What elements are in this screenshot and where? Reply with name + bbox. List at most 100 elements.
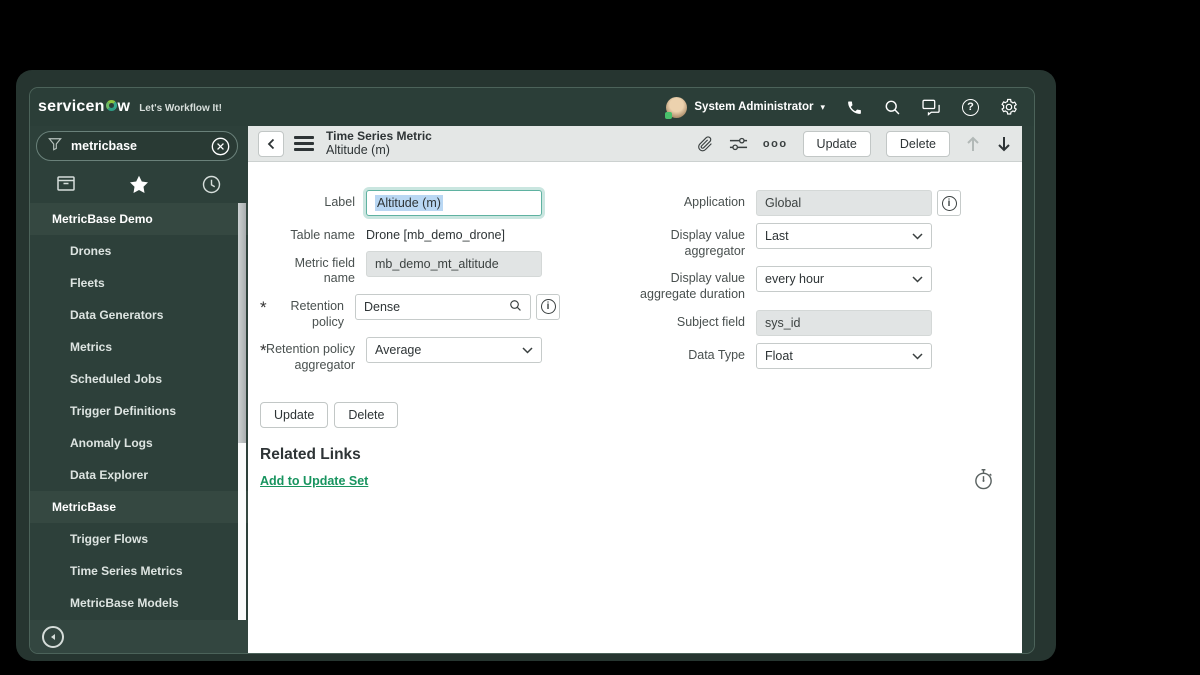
delete-button[interactable]: Delete [334,402,399,429]
field-row-data-type: Data Type Float [640,342,961,369]
funnel-icon [48,137,62,156]
form-title-record: Altitude (m) [326,143,390,158]
application-info-button[interactable]: i [937,190,961,216]
sidebar-item-metrics[interactable]: Metrics [30,331,248,363]
field-row-display-value-aggregate-duration: Display value aggregate duration every h… [640,266,961,302]
field-label: Display value aggregator [670,228,745,258]
sidebar-section-metricbase[interactable]: MetricBase [30,491,248,523]
user-menu[interactable]: System Administrator ▾ [665,96,825,119]
info-icon: i [540,299,556,315]
sidebar-item-fleets[interactable]: Fleets [30,267,248,299]
field-label: Table name [290,228,355,242]
logo-text: servicen w [38,98,131,115]
selected-text: Altitude (m) [375,195,443,211]
more-options-icon[interactable]: ooo [763,138,788,150]
form-title-table: Time Series Metric [326,128,432,143]
sidebar-footer [30,620,248,653]
subject-field-input[interactable]: sys_id [756,309,932,336]
sidebar-scrollbar[interactable] [238,203,246,620]
previous-record-icon[interactable] [965,135,981,153]
clear-filter-icon[interactable] [211,137,230,156]
retention-policy-info-button[interactable]: i [536,293,560,320]
field-label: Display value aggregate duration [640,271,745,301]
servicenow-logo[interactable]: servicen w Let's Workflow It! [38,98,222,116]
display-value-aggregator-select[interactable]: Last [756,223,932,249]
gear-icon[interactable] [1000,98,1018,116]
back-button[interactable] [258,130,284,157]
user-name: System Administrator [694,101,814,113]
mandatory-icon: * [260,341,267,361]
add-to-update-set-link[interactable]: Add to Update Set [260,474,368,488]
tab-history[interactable] [175,175,248,194]
header-actions: System Administrator ▾ ? [665,96,1018,119]
field-label: * Retention policy [260,297,344,329]
field-row-table-name: Table name Drone [mb_demo_drone] [260,223,560,244]
reference-lookup-icon[interactable] [509,299,522,315]
field-row-application: Application Global i [640,190,961,216]
display-value-aggregate-duration-select[interactable]: every hour [756,266,932,293]
main-area: Time Series Metric Altitude (m) ooo Upda… [248,126,1034,653]
filter-navigator-input[interactable]: metricbase [36,131,238,161]
search-icon[interactable] [884,99,901,116]
sidebar-item-trigger-definitions[interactable]: Trigger Definitions [30,395,248,427]
top-header-bar: servicen w Let's Workflow It! System Admi… [30,88,1034,126]
response-time-stopwatch-icon[interactable] [973,468,994,496]
servicenow-app: servicen w Let's Workflow It! System Admi… [30,88,1034,653]
delete-button-header[interactable]: Delete [885,130,950,157]
application-input[interactable]: Global [756,190,932,216]
retention-policy-reference-input[interactable]: Dense [355,293,531,320]
field-label: Subject field [676,314,745,329]
navigator-tabs [30,165,248,203]
form-context-menu-icon[interactable] [294,136,314,151]
sidebar-item-anomaly-logs[interactable]: Anomaly Logs [30,427,248,459]
attachment-icon[interactable] [696,135,714,153]
browser-window: servicen w Let's Workflow It! System Admi… [16,70,1056,661]
field-row-label: Label Altitude (m) [260,190,560,216]
form-footer-actions: Update Delete [260,402,1022,429]
update-button[interactable]: Update [260,402,329,429]
retention-policy-aggregator-select[interactable]: Average [366,337,542,364]
sidebar-scrollbar-thumb[interactable] [238,203,246,443]
sidebar-item-trigger-flows[interactable]: Trigger Flows [30,523,248,555]
field-row-display-value-aggregator: Display value aggregator Last [640,223,961,259]
sidebar-item-data-explorer[interactable]: Data Explorer [30,459,248,491]
form-header-actions: ooo Update Delete [696,130,1012,157]
chevron-down-icon [912,229,923,243]
chat-icon[interactable] [922,99,941,116]
phone-icon[interactable] [846,99,863,116]
presence-dot-icon [665,111,673,119]
form-header-toolbar: Time Series Metric Altitude (m) ooo Upda… [248,126,1022,162]
chevron-down-icon [522,343,533,357]
chevron-down-icon [912,272,923,286]
field-label: Application [683,195,745,209]
form-title: Time Series Metric Altitude (m) [326,129,432,158]
field-label: * Retention policy aggregator [260,341,355,372]
collapse-sidebar-button[interactable] [42,625,64,648]
filter-text: metricbase [71,139,138,153]
field-label: Metric field name [294,255,355,286]
tab-favorites[interactable] [103,175,176,194]
field-label: Data Type [688,347,745,362]
sidebar-item-time-series-metrics[interactable]: Time Series Metrics [30,555,248,587]
field-row-metric-field-name: Metric field name mb_demo_mt_altitude [260,250,560,287]
field-label: Label [324,195,355,209]
sidebar-item-drones[interactable]: Drones [30,235,248,267]
update-button-header[interactable]: Update [802,130,871,157]
personalize-form-icon[interactable] [729,136,748,152]
field-row-retention-policy-aggregator: * Retention policy aggregator Average [260,337,560,373]
sidebar-item-scheduled-jobs[interactable]: Scheduled Jobs [30,363,248,395]
tab-all-applications[interactable] [30,175,103,193]
metric-field-name-input[interactable]: mb_demo_mt_altitude [366,250,542,277]
next-record-icon[interactable] [996,135,1012,153]
app-body: metricbase MetricBase Demo Drones Fleets… [30,126,1034,653]
data-type-select[interactable]: Float [756,342,932,369]
help-glyph: ? [967,101,974,113]
field-row-retention-policy: * Retention policy Dense i [260,293,560,330]
table-name-value: Drone [mb_demo_drone] [366,228,505,242]
sidebar-section-metricbase-demo[interactable]: MetricBase Demo [30,203,248,235]
avatar [665,96,688,119]
help-icon[interactable]: ? [962,98,979,116]
sidebar-item-data-generators[interactable]: Data Generators [30,299,248,331]
sidebar-item-metricbase-models[interactable]: MetricBase Models [30,587,248,619]
label-input[interactable]: Altitude (m) [366,190,542,216]
